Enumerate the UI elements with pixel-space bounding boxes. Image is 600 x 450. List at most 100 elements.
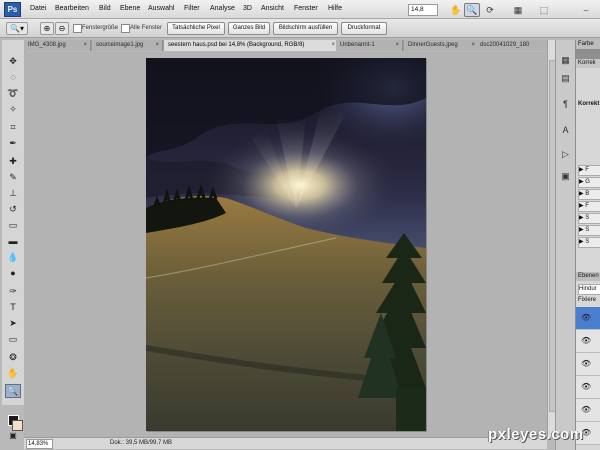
zoom-out-icon[interactable]: ⊖ [55,22,69,35]
corrections-panel-tab[interactable]: Korrek [576,59,600,68]
all-windows-label: Alle Fenster [130,25,163,31]
lock-label: Fixiere [578,297,597,303]
color-panel-tab[interactable]: Farbe [576,40,600,49]
menu-auswahl[interactable]: Auswahl [148,0,174,18]
menu-filter[interactable]: Filter [184,0,200,18]
zoom-percentage-field[interactable]: 14,83% [26,439,53,449]
print-size-button[interactable]: Druckformat [341,22,387,35]
tab-unbenannt-1[interactable]: Unbenannt-1 × [336,40,403,51]
layers-panel-tab[interactable]: Ebenen [576,272,600,281]
tab-img-4308[interactable]: IMG_4308.jpg × [24,40,91,51]
visibility-icon[interactable]: 👁 [581,313,591,322]
close-icon[interactable]: × [395,40,399,51]
grid-icon[interactable]: ▦ [510,3,526,17]
menu-ansicht[interactable]: Ansicht [261,0,284,18]
pen-tool-icon[interactable]: ✑ [5,284,21,298]
close-icon[interactable]: × [83,40,87,51]
zoom-tool-icon[interactable]: 🔍 [5,384,21,398]
menu-fenster[interactable]: Fenster [294,0,318,18]
3d-rotate-tool-icon[interactable]: ❂ [5,350,21,364]
fit-screen-button[interactable]: Ganzes Bild [228,22,270,35]
panel-icon-strip: ▦ ▤ ¶ A ▷ ▣ [555,40,575,450]
hand-tool-icon[interactable]: ✋ [5,366,21,380]
move-tool-icon[interactable]: ✥ [5,54,21,68]
history-panel-icon[interactable]: ▦ [559,54,572,67]
navigator-panel-icon[interactable]: ▤ [559,72,572,85]
layer-comps-panel-icon[interactable]: ▣ [559,170,572,183]
layer-row[interactable]: 👁 [576,353,600,376]
path-selection-tool-icon[interactable]: ➤ [5,316,21,330]
dodge-tool-icon[interactable]: ● [5,266,21,280]
screen-mode-icon[interactable]: ⬚ [536,3,552,17]
type-tool-icon[interactable]: T [5,300,21,314]
actions-panel-icon[interactable]: ▷ [559,148,572,161]
tools-panel: ✥ ◌ ➰ ✧ ⌗ ✒ ✚ ✎ ⊥ ↺ ▭ ▬ 💧 ● ✑ T ➤ ▭ ❂ ✋ … [2,40,25,440]
right-panel-dock: Farbe Korrek Korrekt ▶ F ▶ G ▶ B ▶ F ▶ S… [575,40,600,450]
preset-item[interactable]: ▶ S [578,213,600,224]
menu-3d[interactable]: 3D [243,0,252,18]
menu-analyse[interactable]: Analyse [210,0,235,18]
character-panel-icon[interactable]: A [559,124,572,137]
fill-screen-button[interactable]: Bildschirm ausfüllen [273,22,338,35]
gradient-tool-icon[interactable]: ▬ [5,234,21,248]
tab-dinner-guests[interactable]: DinnerGuests.jpeg × [404,40,479,51]
landscape-photo [146,58,426,431]
zoom-in-icon[interactable]: ⊕ [40,22,54,35]
tab-seestern-haus[interactable]: seestern haus.psd bei 14,8% (Background,… [164,40,339,51]
layer-row[interactable]: 👁 [576,376,600,399]
history-brush-tool-icon[interactable]: ↺ [5,202,21,216]
menu-datei[interactable]: Datei [30,0,46,18]
blend-mode-select[interactable]: Hindur [578,284,600,295]
menu-bearbeiten[interactable]: Bearbeiten [55,0,89,18]
menu-ebene[interactable]: Ebene [120,0,140,18]
background-color-swatch[interactable] [12,420,23,431]
zoom-icon[interactable]: 🔍 [464,3,480,17]
document-size-info[interactable]: Dok.: 39,5 MB/99,7 MB [110,439,172,448]
preset-item[interactable]: ▶ B [578,189,600,200]
document-image[interactable] [146,58,426,431]
close-icon[interactable]: × [155,40,159,51]
shape-tool-icon[interactable]: ▭ [5,332,21,346]
layer-row[interactable]: 👁 [576,307,600,330]
vertical-scrollbar[interactable] [547,40,556,437]
brush-tool-icon[interactable]: ✎ [5,170,21,184]
menu-hilfe[interactable]: Hilfe [328,0,342,18]
marquee-tool-icon[interactable]: ◌ [5,70,21,84]
menu-bild[interactable]: Bild [99,0,111,18]
watermark: pxleyes.com [488,426,584,443]
all-windows-checkbox[interactable] [121,24,130,33]
preset-item[interactable]: ▶ G [578,177,600,188]
layer-row[interactable]: 👁 [576,399,600,422]
paragraph-panel-icon[interactable]: ¶ [559,98,572,111]
visibility-icon[interactable]: 👁 [581,359,591,368]
preset-item[interactable]: ▶ F [578,201,600,212]
tab-sourceimage1[interactable]: sourceimage1.jpg × [92,40,163,51]
rotate-view-icon[interactable]: ⟳ [482,3,498,17]
eyedropper-tool-icon[interactable]: ✒ [5,136,21,150]
close-icon[interactable]: × [471,40,475,51]
clone-stamp-tool-icon[interactable]: ⊥ [5,186,21,200]
magic-wand-tool-icon[interactable]: ✧ [5,102,21,116]
preset-item[interactable]: ▶ F [578,165,600,176]
layer-row[interactable]: 👁 [576,330,600,353]
visibility-icon[interactable]: 👁 [581,336,591,345]
resize-windows-checkbox[interactable] [73,24,82,33]
visibility-icon[interactable]: 👁 [581,382,591,391]
preset-item[interactable]: ▶ S [578,237,600,248]
close-icon[interactable]: × [331,40,335,51]
actual-pixels-button[interactable]: Tatsächliche Pixel [167,22,225,35]
visibility-icon[interactable]: 👁 [581,405,591,414]
photoshop-logo[interactable]: Ps [4,2,21,17]
crop-tool-icon[interactable]: ⌗ [5,120,21,134]
zoom-level-field[interactable]: 14,8 [408,4,438,16]
zoom-tool-preset-icon[interactable]: 🔍▾ [6,22,28,35]
preset-item[interactable]: ▶ S [578,225,600,236]
screen-mode-tool-icon[interactable]: ▣ [5,431,21,441]
minimize-icon[interactable]: – [578,3,594,17]
blur-tool-icon[interactable]: 💧 [5,250,21,264]
healing-brush-tool-icon[interactable]: ✚ [5,154,21,168]
hand-icon[interactable]: ✋ [448,3,464,17]
tab-dsc20041029[interactable]: dsc20041029_180 [476,40,547,51]
lasso-tool-icon[interactable]: ➰ [5,86,21,100]
eraser-tool-icon[interactable]: ▭ [5,218,21,232]
